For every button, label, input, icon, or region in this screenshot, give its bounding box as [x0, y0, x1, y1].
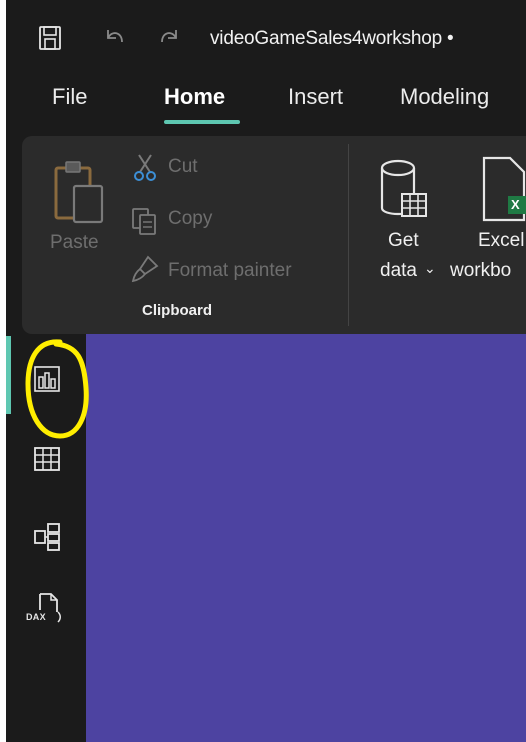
excel-file-icon	[482, 156, 526, 222]
app-window: videoGameSales4workshop • File Home Inse…	[6, 0, 526, 742]
format-painter-label: Format painter	[168, 260, 292, 281]
active-tab-indicator	[164, 120, 240, 124]
tab-modeling[interactable]: Modeling	[400, 84, 489, 110]
copy-label: Copy	[168, 208, 213, 229]
save-icon[interactable]	[38, 24, 62, 52]
cut-label: Cut	[168, 156, 198, 177]
ribbon-group-divider	[348, 144, 349, 326]
get-data-label-line1: Get	[388, 230, 419, 251]
redo-icon[interactable]	[158, 24, 182, 52]
database-icon	[380, 159, 427, 217]
copy-icon	[132, 208, 156, 235]
paste-label: Paste	[50, 232, 99, 253]
model-diagram-icon[interactable]	[32, 522, 62, 552]
paste-icon	[54, 161, 104, 224]
get-data-label-line2: data	[380, 260, 417, 281]
table-grid-icon[interactable]	[32, 444, 62, 474]
scissors-icon	[134, 154, 156, 181]
dax-badge: DAX	[26, 612, 46, 622]
chevron-down-icon: ⌄	[424, 260, 436, 276]
document-title: videoGameSales4workshop •	[210, 28, 454, 49]
tab-insert[interactable]: Insert	[288, 84, 343, 110]
report-canvas[interactable]	[86, 334, 526, 742]
excel-label-line1: Excel	[478, 230, 525, 251]
bar-chart-icon[interactable]	[32, 364, 62, 394]
excel-badge: X	[511, 197, 520, 212]
title-bar: videoGameSales4workshop •	[6, 0, 526, 78]
clipboard-group-label: Clipboard	[142, 302, 212, 319]
ribbon: Paste Cut Copy Format painter Clipboard …	[22, 136, 526, 334]
left-view-nav: DAX	[6, 334, 86, 742]
menu-bar: File Home Insert Modeling	[6, 78, 526, 130]
undo-icon[interactable]	[102, 24, 126, 52]
tab-home[interactable]: Home	[164, 84, 225, 110]
paintbrush-icon	[131, 255, 159, 283]
excel-label-line2: workbo	[450, 260, 512, 281]
tab-file[interactable]: File	[52, 84, 87, 110]
active-view-indicator	[6, 336, 11, 414]
